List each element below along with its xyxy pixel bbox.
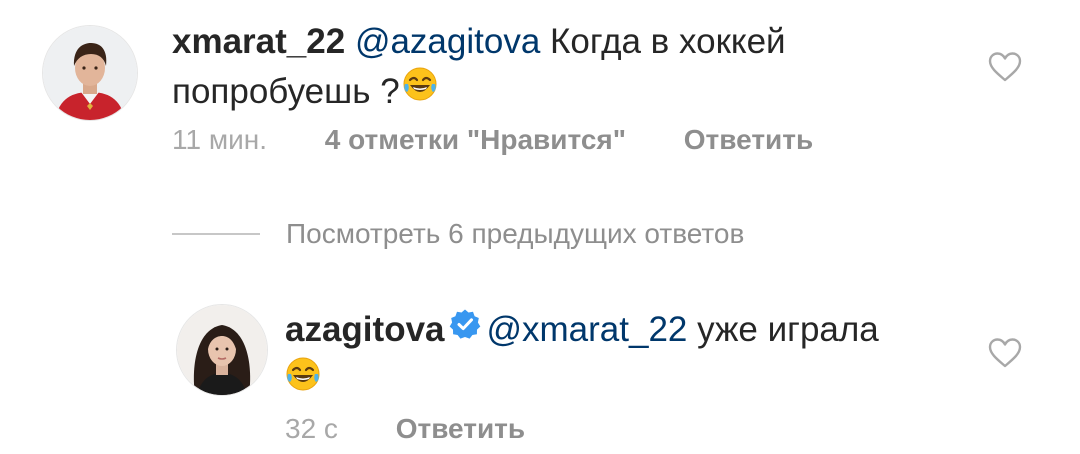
comment-username[interactable]: xmarat_22 [172,22,345,61]
avatar[interactable] [176,304,268,396]
view-previous-replies-button[interactable]: Посмотреть 6 предыдущих ответов [172,214,744,254]
reply-username[interactable]: azagitova [285,310,445,349]
reply-item: azagitova @xmarat_22 уже играла 32 с Отв… [0,290,1080,454]
verified-badge-icon [449,304,481,354]
like-heart-icon[interactable] [988,52,1022,87]
avatar-image [177,305,267,395]
reply-text: azagitova @xmarat_22 уже играла [285,305,975,409]
view-previous-replies-label: Посмотреть 6 предыдущих ответов [286,218,745,249]
reply-mention[interactable]: @xmarat_22 [487,310,688,349]
reply-reply-button[interactable]: Ответить [396,413,525,444]
comment-item: xmarat_22 @azagitova Когда в хоккей попр… [0,0,1080,180]
comment-timestamp: 11 мин. [172,124,267,155]
avatar[interactable] [42,25,138,121]
comment-body-line2: попробуешь ? [172,72,400,111]
reply-timestamp: 32 с [285,413,338,444]
comment-text: xmarat_22 @azagitova Когда в хоккей попр… [172,17,952,119]
like-heart-icon[interactable] [988,338,1022,373]
comment-reply-button[interactable]: Ответить [684,124,813,155]
avatar-image [43,26,137,120]
comment-likes-count[interactable]: 4 отметки "Нравится" [325,124,626,155]
replies-divider [172,233,260,235]
comment-mention[interactable]: @azagitova [355,22,540,61]
tears-of-joy-emoji-icon [285,356,321,406]
reply-meta: 32 с Ответить [285,413,525,445]
tears-of-joy-emoji-icon [402,66,438,116]
comment-meta: 11 мин. 4 отметки "Нравится" Ответить [172,124,813,156]
comment-body-line1: Когда в хоккей [540,22,786,61]
reply-body: уже играла [687,310,879,349]
